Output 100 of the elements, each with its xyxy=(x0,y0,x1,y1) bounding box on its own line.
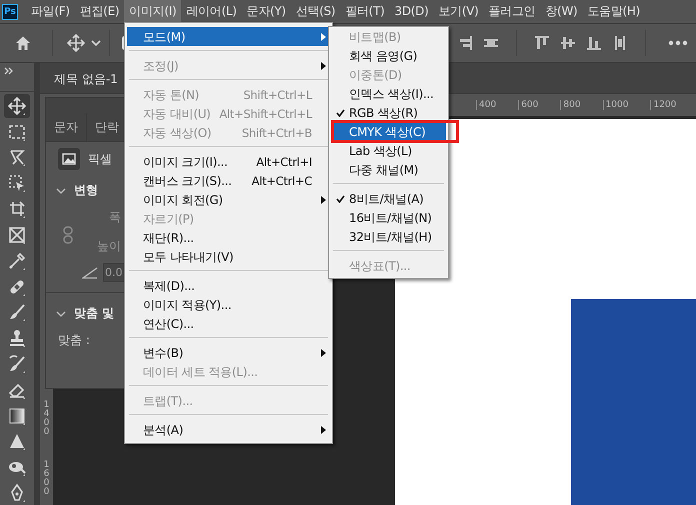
menu-bar-item[interactable]: 이미지(I) xyxy=(124,0,182,23)
menu-label: 색상표(T)... xyxy=(349,258,410,272)
stamp-icon[interactable] xyxy=(7,328,27,348)
gradient-icon[interactable] xyxy=(7,406,27,426)
menu-label: 자동 톤(N) xyxy=(143,88,200,102)
crop-icon[interactable] xyxy=(7,199,27,220)
eyedropper-icon[interactable] xyxy=(7,250,27,271)
menu-label: 인덱스 색상(I)... xyxy=(349,86,434,100)
ruler-label: 800 xyxy=(560,100,581,110)
panel-tab[interactable]: 문자 xyxy=(46,113,87,141)
menu-bar-item[interactable]: 문자(Y) xyxy=(242,0,291,23)
object-select-icon[interactable] xyxy=(7,173,27,194)
menu-item[interactable]: 재단(R)... xyxy=(127,228,330,247)
menu-bar-item[interactable]: 창(W) xyxy=(540,0,582,23)
shortcut-label: Alt+Ctrl+I xyxy=(256,154,312,168)
menu-item[interactable]: 회색 음영(G) xyxy=(331,46,446,65)
align-middle-icon[interactable] xyxy=(559,34,577,52)
align-bottom-icon[interactable] xyxy=(585,34,603,52)
caret-icon[interactable] xyxy=(91,40,101,46)
menu-item[interactable]: 모두 나타내기(V) xyxy=(127,247,330,266)
menu-item[interactable]: 이미지 크기(I)... Alt+Ctrl+I xyxy=(127,152,330,171)
menu-item[interactable]: 32비트/채널(H) xyxy=(331,227,446,246)
menu-label: 자동 대비(U) xyxy=(143,106,212,120)
app-logo: Ps xyxy=(2,4,18,20)
menu-label: 비트맵(B) xyxy=(349,30,401,44)
menu-label: 복제(D)... xyxy=(143,278,196,292)
shortcut-label: Alt+Shift+Ctrl+L xyxy=(219,106,312,120)
layer-label: 픽셀 xyxy=(88,150,112,168)
submenu-arrow-icon xyxy=(320,32,326,40)
move-icon[interactable] xyxy=(67,34,85,52)
menu-label: 트랩(T)... xyxy=(143,394,194,408)
menu-bar-item[interactable]: 보기(V) xyxy=(433,0,484,23)
angle-field[interactable]: 0.0 xyxy=(103,263,124,282)
menu-label: 회색 음영(G) xyxy=(349,48,418,62)
menu-label: 조정(J) xyxy=(143,58,180,72)
menu-label: 변수(B) xyxy=(143,346,184,360)
menu-item[interactable]: 이미지 회전(G) xyxy=(127,190,330,209)
menu-label: 이미지 크기(I)... xyxy=(143,154,229,168)
home-icon[interactable] xyxy=(14,35,32,51)
ruler-label: 1400 xyxy=(42,401,50,437)
menu-item[interactable]: 모드(M) xyxy=(127,27,330,46)
shortcut-label: Alt+Ctrl+C xyxy=(252,174,312,188)
submenu-arrow-icon xyxy=(320,348,326,356)
menu-label: 16비트/채널(N) xyxy=(349,210,432,224)
ruler-label: 600 xyxy=(518,100,538,110)
menu-label: 32비트/채널(H) xyxy=(349,230,432,244)
more-icon[interactable] xyxy=(668,40,688,46)
menu-bar-item[interactable]: 플러그인 xyxy=(484,0,540,23)
menu-item[interactable]: 이미지 적용(Y)... xyxy=(127,295,330,314)
menu-label: 연산(C)... xyxy=(143,316,195,330)
align-top-icon[interactable] xyxy=(533,34,551,52)
menu-label: 8비트/채널(A) xyxy=(349,192,424,206)
menu-item[interactable]: 연산(C)... xyxy=(127,314,330,333)
menu-item[interactable]: 복제(D)... xyxy=(127,276,330,295)
menu-item[interactable]: 분석(A) xyxy=(127,420,330,439)
menu-bar-item[interactable]: 도움말(H) xyxy=(582,0,645,23)
chevron-icon[interactable] xyxy=(56,188,66,194)
ruler-label: 1200 xyxy=(650,100,676,110)
menu-bar-item[interactable]: 편집(E) xyxy=(74,0,124,23)
menu-label: 모두 나타내기(V) xyxy=(143,250,234,264)
menu-label: 이중톤(D) xyxy=(349,68,402,82)
menu-item[interactable]: Lab 색상(L) xyxy=(331,141,446,160)
section-header: 맞춤 및 xyxy=(74,305,114,322)
angle-icon xyxy=(82,266,98,278)
menu-item[interactable]: 8비트/채널(A) xyxy=(331,189,446,208)
ruler-label: 1000 xyxy=(602,100,628,110)
menu-item[interactable]: 16비트/채널(N) xyxy=(331,208,446,227)
submenu-arrow-icon xyxy=(320,426,326,434)
menu-bar-item[interactable]: 필터(T) xyxy=(340,0,390,23)
image-icon xyxy=(58,148,80,170)
menu-item[interactable]: 변수(B) xyxy=(127,343,330,362)
menu-bar-item[interactable]: 선택(S) xyxy=(290,0,340,23)
menu-label: 자르기(P) xyxy=(143,212,195,226)
menu-label: 캔버스 크기(S)... xyxy=(143,174,233,188)
submenu-arrow-icon xyxy=(320,196,326,204)
menu-item[interactable]: 인덱스 색상(I)... xyxy=(331,84,446,103)
menu-label: 다중 채널(M) xyxy=(349,162,418,176)
menu-label: 데이터 세트 적용(L)... xyxy=(143,364,259,378)
submenu-arrow-icon xyxy=(320,62,326,70)
menu-item[interactable]: 다중 채널(M) xyxy=(331,160,446,179)
chevron-icon[interactable] xyxy=(56,310,66,316)
menu-label: 분석(A) xyxy=(143,422,184,436)
menu-label: 재단(R)... xyxy=(143,230,195,244)
menu-item[interactable]: 캔버스 크기(S)... Alt+Ctrl+C xyxy=(127,171,330,190)
menu-bar-item[interactable]: 파일(F) xyxy=(26,0,75,23)
menu-bar-item[interactable]: 레이어(L) xyxy=(181,0,242,23)
menu-item[interactable]: RGB 색상(R) xyxy=(331,103,446,122)
menu-label: RGB 색상(R) xyxy=(349,106,418,120)
menu-label: 모드(M) xyxy=(143,30,186,44)
frame-icon[interactable] xyxy=(7,224,27,245)
shortcut-label: Shift+Ctrl+B xyxy=(242,126,312,140)
field-label: 맞춤 : xyxy=(58,332,91,349)
field-label: 높이 xyxy=(97,238,121,255)
field-label: 폭 xyxy=(109,209,121,226)
brush-icon[interactable] xyxy=(7,302,27,322)
history-brush-icon[interactable] xyxy=(7,354,27,374)
menu-label: 자동 색상(O) xyxy=(143,126,212,140)
expand-icon[interactable] xyxy=(4,67,14,75)
ruler-label: 400 xyxy=(476,100,496,110)
menu-bar-item[interactable]: 3D(D) xyxy=(389,0,434,23)
